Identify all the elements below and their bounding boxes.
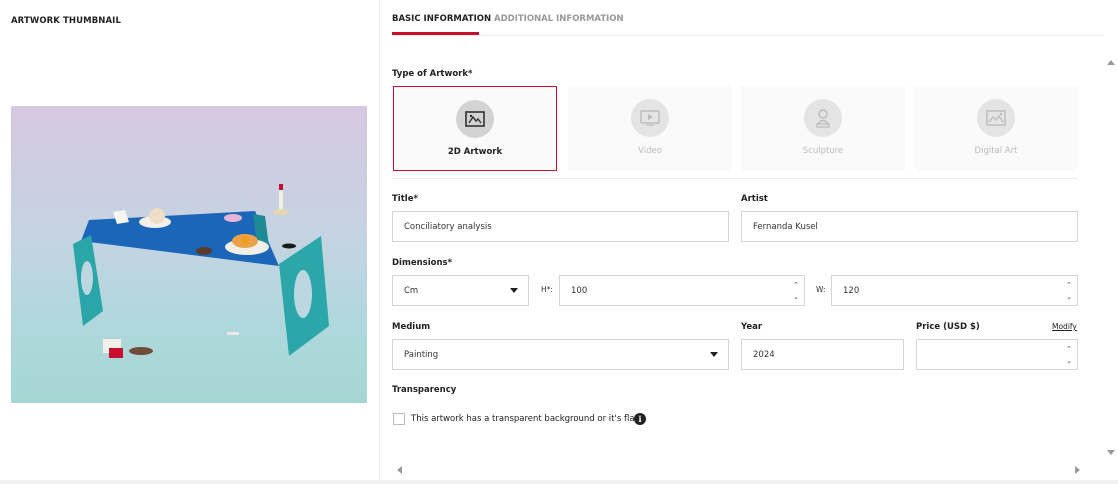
price-stepper[interactable]: ⌃ ⌄ [1064,343,1074,367]
dimensions-label: Dimensions* [392,258,453,268]
height-label: H*: [541,285,553,294]
horizontal-scrollbar[interactable] [392,464,1084,476]
tab-basic-information[interactable]: BASIC INFORMATION [392,14,491,24]
modify-price-link[interactable]: Modify [1052,322,1077,331]
stepper-up-icon[interactable]: ⌃ [1064,280,1074,290]
type-card-digital-art[interactable]: Digital Art [914,86,1078,171]
info-icon[interactable]: i [634,413,646,425]
type-label-digital-art: Digital Art [974,146,1018,156]
width-input[interactable]: 120 ⌃ ⌄ [831,275,1078,306]
vertical-scrollbar[interactable] [1104,36,1118,466]
artist-input[interactable]: Fernanda Kusel [741,211,1078,242]
artist-label: Artist [741,194,768,204]
video-play-icon [640,110,660,126]
artwork-image [11,106,367,403]
height-stepper[interactable]: ⌃ ⌄ [791,279,801,303]
bottom-border [0,480,1118,484]
year-input[interactable]: 2024 [741,339,904,370]
height-input[interactable]: 100 ⌃ ⌄ [559,275,805,306]
unit-value: Cm [404,285,419,296]
title-value: Conciliatory analysis [404,221,492,232]
medium-label: Medium [392,322,431,332]
thumbnail-panel: ARTWORK THUMBNAIL [0,0,380,484]
artist-value: Fernanda Kusel [753,221,818,232]
type-label-2d-artwork: 2D Artwork [447,147,503,157]
sculpture-bust-icon [816,109,830,128]
scroll-left-icon[interactable] [397,466,402,474]
tab-additional-information[interactable]: ADDITIONAL INFORMATION [494,14,624,24]
medium-select[interactable]: Painting [392,339,729,370]
digital-image-icon [986,110,1006,126]
title-label: Title* [392,194,418,204]
stepper-down-icon[interactable]: ⌄ [1064,292,1074,302]
price-label: Price (USD $) [916,322,980,332]
chevron-down-icon [710,352,718,357]
width-stepper[interactable]: ⌃ ⌄ [1064,279,1074,303]
form-panel: BASIC INFORMATION ADDITIONAL INFORMATION… [380,0,1118,484]
year-label: Year [741,322,763,332]
artwork-type-label: Type of Artwork* [392,69,473,79]
thumbnail-title: ARTWORK THUMBNAIL [11,16,121,26]
type-label-video: Video [638,146,662,156]
title-input[interactable]: Conciliatory analysis [392,211,729,242]
unit-select[interactable]: Cm [392,275,529,306]
type-card-video[interactable]: Video [568,86,732,171]
type-card-sculpture[interactable]: Sculpture [741,86,905,171]
scroll-down-icon[interactable] [1107,450,1115,455]
type-label-sculpture: Sculpture [802,146,844,156]
transparency-label: Transparency [392,385,457,395]
height-value: 100 [571,285,588,296]
chevron-down-icon [510,288,518,293]
painting-frame-icon [465,111,485,127]
stepper-down-icon[interactable]: ⌄ [1064,356,1074,366]
section-divider [392,178,1078,179]
stepper-down-icon[interactable]: ⌄ [791,292,801,302]
active-tab-indicator [392,32,479,35]
stepper-up-icon[interactable]: ⌃ [1064,344,1074,354]
year-value: 2024 [753,349,775,360]
scroll-right-icon[interactable] [1075,466,1080,474]
stepper-up-icon[interactable]: ⌃ [791,280,801,290]
artwork-thumbnail [11,106,367,403]
transparent-background-checkbox[interactable] [393,413,405,425]
transparent-background-label[interactable]: This artwork has a transparent backgroun… [411,414,638,424]
price-input[interactable]: ⌃ ⌄ [916,339,1078,370]
scroll-up-icon[interactable] [1107,60,1115,65]
width-value: 120 [843,285,860,296]
type-card-2d-artwork[interactable]: 2D Artwork [393,86,557,171]
medium-value: Painting [404,349,439,360]
tab-bar: BASIC INFORMATION ADDITIONAL INFORMATION [392,0,1104,36]
width-label: W: [816,285,826,294]
